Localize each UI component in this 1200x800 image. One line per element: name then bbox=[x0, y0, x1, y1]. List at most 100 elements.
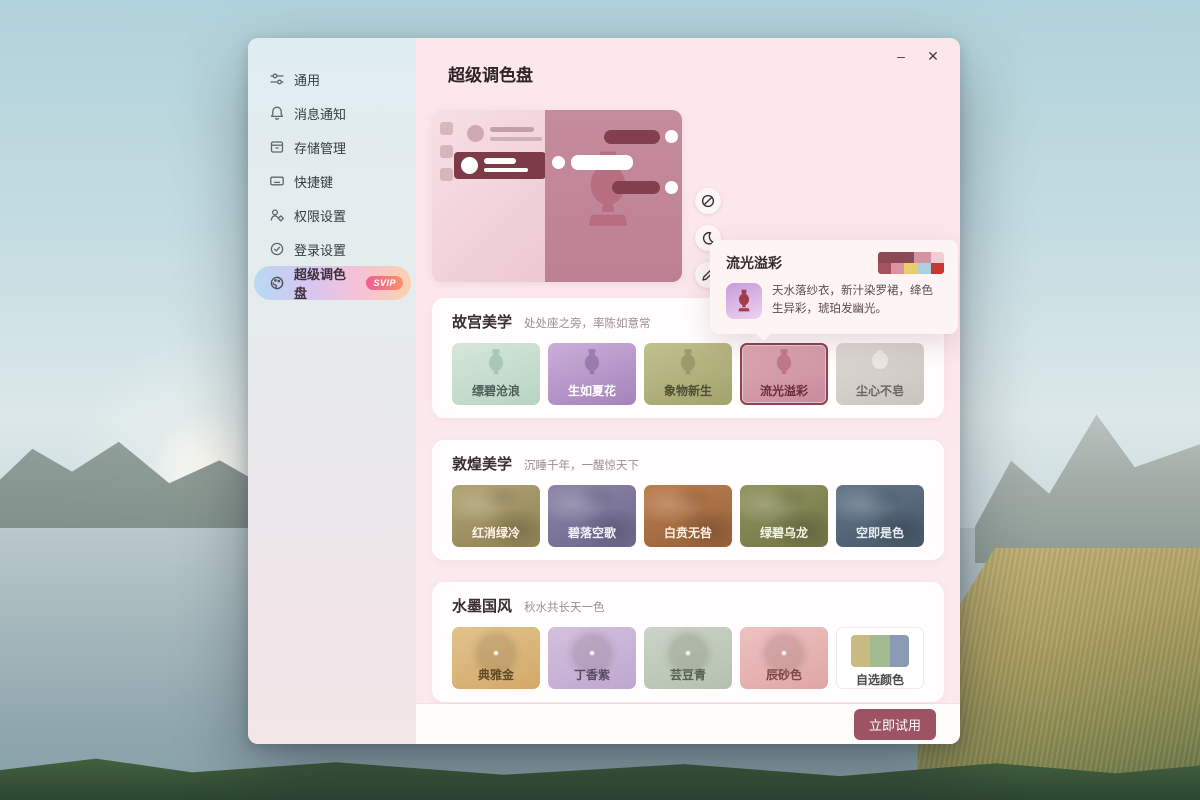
theme-swatch[interactable]: 尘心不皂 bbox=[836, 343, 924, 405]
section-subtitle: 秋水共长天一色 bbox=[524, 599, 605, 615]
section-header: 水墨国风 秋水共长天一色 bbox=[452, 595, 924, 616]
swatch-label: 生如夏花 bbox=[548, 382, 636, 399]
settings-window: 通用 消息通知 存储管理 快捷键 权限设置 登录设置 超级调色盘 SVIP bbox=[248, 38, 960, 744]
sidebar-item-permissions[interactable]: 权限设置 bbox=[254, 198, 411, 232]
preview-text-line bbox=[490, 127, 534, 132]
sidebar-item-label: 通用 bbox=[294, 70, 320, 89]
strip-cell bbox=[890, 635, 909, 667]
preview-chat-panel bbox=[545, 110, 682, 282]
theme-swatch[interactable]: 红消绿冷 bbox=[452, 485, 540, 547]
swatch-label: 碧落空歌 bbox=[548, 524, 636, 541]
palette-cell bbox=[904, 263, 917, 274]
bell-icon bbox=[269, 105, 285, 121]
sidebar-item-label: 消息通知 bbox=[294, 104, 346, 123]
footer-bar: 立即试用 bbox=[416, 704, 960, 744]
theme-swatch[interactable]: 缥碧沧浪 bbox=[452, 343, 540, 405]
jar-icon bbox=[865, 348, 895, 382]
swatch-label: 空即是色 bbox=[836, 524, 924, 541]
tooltip-body: 天水落纱衣，新汁染罗裙，绛色生异彩，琥珀发幽光。 bbox=[726, 283, 944, 319]
swatch-label: 丁香紫 bbox=[548, 666, 636, 683]
preview-text-line bbox=[484, 158, 516, 164]
palette-row-bottom bbox=[878, 263, 944, 274]
swatch-custom-color[interactable]: 自选颜色 bbox=[836, 627, 924, 689]
sidebar-item-shortcuts[interactable]: 快捷键 bbox=[254, 164, 411, 198]
sidebar-item-label: 存储管理 bbox=[294, 138, 346, 157]
sidebar-item-login[interactable]: 登录设置 bbox=[254, 232, 411, 266]
tooltip-header: 流光溢彩 bbox=[726, 252, 944, 274]
theme-preview bbox=[432, 110, 682, 282]
keyboard-icon bbox=[269, 173, 285, 189]
storage-icon bbox=[269, 139, 285, 155]
sidebar-item-label: 快捷键 bbox=[294, 172, 333, 191]
theme-swatch[interactable]: 丁香紫 bbox=[548, 627, 636, 689]
swatch-label: 象物新生 bbox=[644, 382, 732, 399]
preview-bubble-dark bbox=[612, 181, 660, 194]
sidebar-item-super-palette[interactable]: 超级调色盘 SVIP bbox=[254, 266, 411, 300]
custom-color-strip bbox=[851, 635, 909, 667]
section-subtitle: 沉睡千年，一醒惊天下 bbox=[524, 457, 639, 473]
theme-swatch[interactable]: 芸豆青 bbox=[644, 627, 732, 689]
swatch-label: 尘心不皂 bbox=[836, 382, 924, 399]
sidebar-item-label: 权限设置 bbox=[294, 206, 346, 225]
tooltip-description: 天水落纱衣，新汁染罗裙，绛色生异彩，琥珀发幽光。 bbox=[772, 283, 944, 319]
check-circle-icon bbox=[269, 241, 285, 257]
section-dunhuang: 敦煌美学 沉睡千年，一醒惊天下 红消绿冷 碧落空歌 白贲无咎 绿碧乌龙 bbox=[432, 440, 944, 560]
minimize-button[interactable]: – bbox=[888, 44, 914, 68]
sidebar-item-notifications[interactable]: 消息通知 bbox=[254, 96, 411, 130]
strip-cell bbox=[851, 635, 870, 667]
preview-selected-chat bbox=[454, 152, 546, 179]
theme-swatch[interactable]: 象物新生 bbox=[644, 343, 732, 405]
swatch-label: 流光溢彩 bbox=[740, 382, 828, 399]
settings-sidebar: 通用 消息通知 存储管理 快捷键 权限设置 登录设置 超级调色盘 SVIP bbox=[248, 38, 416, 744]
theme-swatch[interactable]: 白贲无咎 bbox=[644, 485, 732, 547]
sidebar-item-storage[interactable]: 存储管理 bbox=[254, 130, 411, 164]
close-button[interactable]: ✕ bbox=[920, 44, 946, 68]
sidebar-item-label: 登录设置 bbox=[294, 240, 346, 259]
settings-main-pane: – ✕ 超级调色盘 bbox=[416, 38, 960, 744]
theme-swatch[interactable]: 绿碧乌龙 bbox=[740, 485, 828, 547]
preview-nav-square bbox=[440, 168, 453, 181]
vase-icon bbox=[577, 348, 607, 382]
theme-swatch-selected[interactable]: 流光溢彩 bbox=[740, 343, 828, 405]
vase-icon bbox=[673, 348, 703, 382]
theme-swatch[interactable]: 空即是色 bbox=[836, 485, 924, 547]
try-now-button[interactable]: 立即试用 bbox=[854, 709, 936, 740]
vase-icon bbox=[481, 348, 511, 382]
sidebar-item-label: 超级调色盘 bbox=[294, 264, 357, 302]
vase-icon bbox=[734, 289, 754, 313]
preview-avatar bbox=[552, 156, 565, 169]
svip-badge: SVIP bbox=[366, 276, 403, 290]
page-header: 超级调色盘 bbox=[416, 38, 960, 96]
preview-bubble-dark bbox=[604, 130, 660, 144]
preview-avatar bbox=[467, 125, 484, 142]
page-title: 超级调色盘 bbox=[448, 61, 533, 86]
swatch-label: 辰砂色 bbox=[740, 666, 828, 683]
tooltip-title: 流光溢彩 bbox=[726, 253, 782, 273]
window-controls: – ✕ bbox=[888, 44, 946, 68]
theme-swatch[interactable]: 碧落空歌 bbox=[548, 485, 636, 547]
preview-avatar bbox=[665, 181, 678, 194]
palette-cell bbox=[914, 252, 931, 263]
swatch-label: 绿碧乌龙 bbox=[740, 524, 828, 541]
theme-swatch[interactable]: 辰砂色 bbox=[740, 627, 828, 689]
theme-swatch[interactable]: 典雅金 bbox=[452, 627, 540, 689]
palette-cell bbox=[918, 263, 931, 274]
sliders-icon bbox=[269, 71, 285, 87]
theme-swatch[interactable]: 生如夏花 bbox=[548, 343, 636, 405]
swatch-label: 缥碧沧浪 bbox=[452, 382, 540, 399]
strip-cell bbox=[870, 635, 889, 667]
sidebar-item-general[interactable]: 通用 bbox=[254, 62, 411, 96]
preview-bubble-light bbox=[571, 155, 633, 170]
palette-cell bbox=[878, 252, 914, 263]
preview-nav-square bbox=[440, 122, 453, 135]
swatch-label: 典雅金 bbox=[452, 666, 540, 683]
palette-row-top bbox=[878, 252, 944, 263]
swatch-row: 红消绿冷 碧落空歌 白贲无咎 绿碧乌龙 空即是色 bbox=[452, 485, 924, 547]
no-style-button[interactable] bbox=[695, 188, 721, 214]
swatch-label: 芸豆青 bbox=[644, 666, 732, 683]
swatch-row: 缥碧沧浪 生如夏花 象物新生 流光溢彩 bbox=[452, 343, 924, 405]
tooltip-thumbnail bbox=[726, 283, 762, 319]
section-header: 敦煌美学 沉睡千年，一醒惊天下 bbox=[452, 453, 924, 474]
circle-slash-icon bbox=[701, 194, 715, 208]
swatch-row: 典雅金 丁香紫 芸豆青 辰砂色 bbox=[452, 627, 924, 689]
